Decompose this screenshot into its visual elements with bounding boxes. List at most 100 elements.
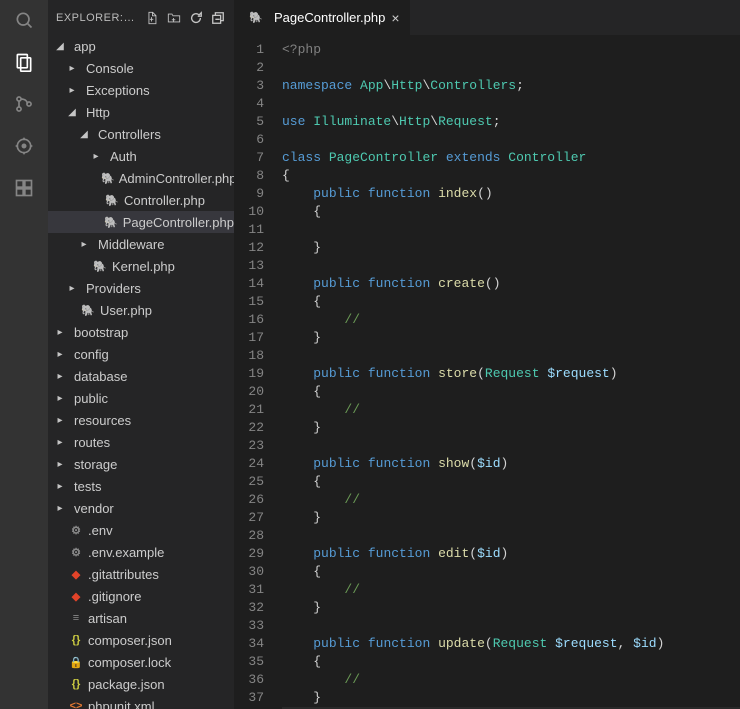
file-composer.lock[interactable]: ▸🔒composer.lock: [48, 651, 234, 673]
code-editor[interactable]: 1234567891011121314151617181920212223242…: [234, 35, 740, 709]
new-folder-icon[interactable]: [166, 10, 182, 26]
folder-http[interactable]: ◢ Http: [48, 101, 234, 123]
php-file-icon: 🐘: [248, 11, 264, 24]
tree-label: database: [74, 369, 128, 384]
tree-label: composer.json: [88, 633, 172, 648]
chevron-right-icon[interactable]: ▸: [80, 239, 88, 250]
file-.gitattributes[interactable]: ▸◆.gitattributes: [48, 563, 234, 585]
source-control-icon[interactable]: [12, 92, 36, 116]
chevron-right-icon[interactable]: ▸: [56, 415, 64, 426]
close-icon[interactable]: ×: [391, 11, 399, 25]
chevron-right-icon[interactable]: ▸: [68, 283, 76, 294]
file-kernel.php[interactable]: ▸🐘Kernel.php: [48, 255, 234, 277]
folder-auth[interactable]: ▸ Auth: [48, 145, 234, 167]
folder-exceptions[interactable]: ▸Exceptions: [48, 79, 234, 101]
tree-label: config: [74, 347, 109, 362]
chevron-down-icon[interactable]: ◢: [80, 129, 88, 140]
explorer-sidebar: EXPLORER: MO.. ◢ app ▸Console▸Exceptions ◢ H…: [48, 0, 234, 709]
tree-label: storage: [74, 457, 117, 472]
tree-label: .env: [88, 523, 113, 538]
chevron-right-icon[interactable]: ▸: [56, 437, 64, 448]
chevron-right-icon[interactable]: ▸: [92, 151, 100, 162]
tree-label: Kernel.php: [112, 259, 175, 274]
code-content[interactable]: <?php namespace App\Http\Controllers; us…: [274, 35, 740, 709]
chevron-right-icon[interactable]: ▸: [68, 85, 76, 96]
folder-database[interactable]: ▸ database: [48, 365, 234, 387]
json-file-icon: {}: [68, 678, 84, 690]
file-.gitignore[interactable]: ▸◆.gitignore: [48, 585, 234, 607]
file-.env.example[interactable]: ▸⚙.env.example: [48, 541, 234, 563]
extensions-icon[interactable]: [12, 176, 36, 200]
artisan-file-icon: ≡: [68, 612, 84, 624]
tree-label: PageController.php: [123, 215, 234, 230]
folder-app[interactable]: ◢ app: [48, 35, 234, 57]
folder-storage[interactable]: ▸ storage: [48, 453, 234, 475]
explorer-icon[interactable]: [12, 50, 36, 74]
file-controller.php[interactable]: ▸🐘Controller.php: [48, 189, 234, 211]
php-file-icon: 🐘: [80, 304, 96, 317]
tree-label: routes: [74, 435, 110, 450]
chevron-right-icon[interactable]: ▸: [68, 63, 76, 74]
chevron-right-icon[interactable]: ▸: [56, 349, 64, 360]
chevron-right-icon[interactable]: ▸: [56, 481, 64, 492]
file-admincontroller.php[interactable]: ▸🐘AdminController.php: [48, 167, 234, 189]
git-file-icon: ◆: [68, 568, 84, 581]
tree-label: Http: [86, 105, 110, 120]
editor-area: 🐘 PageController.php × 12345678910111213…: [234, 0, 740, 709]
tree-label: Auth: [110, 149, 137, 164]
folder-middleware[interactable]: ▸ Middleware: [48, 233, 234, 255]
file-package.json[interactable]: ▸{}package.json: [48, 673, 234, 695]
new-file-icon[interactable]: [144, 10, 160, 26]
folder-console[interactable]: ▸Console: [48, 57, 234, 79]
env-file-icon: ⚙: [68, 524, 84, 537]
tree-label: Middleware: [98, 237, 164, 252]
php-file-icon: 🐘: [104, 216, 119, 229]
tab-label: PageController.php: [274, 10, 385, 25]
chevron-right-icon[interactable]: ▸: [56, 503, 64, 514]
tree-label: Providers: [86, 281, 141, 296]
search-icon[interactable]: [12, 8, 36, 32]
tree-label: vendor: [74, 501, 114, 516]
lock-file-icon: 🔒: [68, 656, 84, 669]
refresh-icon[interactable]: [188, 10, 204, 26]
file-phpunit.xml[interactable]: ▸<>phpunit.xml: [48, 695, 234, 709]
activity-bar: [0, 0, 48, 709]
file-pagecontroller.php[interactable]: ▸🐘PageController.php: [48, 211, 234, 233]
folder-routes[interactable]: ▸ routes: [48, 431, 234, 453]
tree-label: Controllers: [98, 127, 161, 142]
folder-config[interactable]: ▸ config: [48, 343, 234, 365]
file-.env[interactable]: ▸⚙.env: [48, 519, 234, 541]
folder-bootstrap[interactable]: ▸bootstrap: [48, 321, 234, 343]
chevron-right-icon[interactable]: ▸: [56, 371, 64, 382]
tree-label: AdminController.php: [119, 171, 234, 186]
file-composer.json[interactable]: ▸{}composer.json: [48, 629, 234, 651]
explorer-title: EXPLORER: MO..: [56, 12, 138, 24]
chevron-right-icon[interactable]: ▸: [56, 459, 64, 470]
debug-icon[interactable]: [12, 134, 36, 158]
tab-pagecontroller[interactable]: 🐘 PageController.php ×: [234, 0, 411, 35]
file-tree[interactable]: ◢ app ▸Console▸Exceptions ◢ Http ◢ Controllers…: [48, 35, 234, 709]
php-file-icon: 🐘: [104, 194, 120, 207]
tree-label: .env.example: [88, 545, 164, 560]
folder-resources[interactable]: ▸resources: [48, 409, 234, 431]
tree-label: artisan: [88, 611, 127, 626]
folder-providers[interactable]: ▸ Providers: [48, 277, 234, 299]
folder-vendor[interactable]: ▸ vendor: [48, 497, 234, 519]
tree-label: phpunit.xml: [88, 699, 154, 709]
tree-label: .gitattributes: [88, 567, 159, 582]
chevron-down-icon[interactable]: ◢: [56, 41, 64, 52]
line-numbers: 1234567891011121314151617181920212223242…: [234, 35, 274, 709]
file-artisan[interactable]: ▸≡artisan: [48, 607, 234, 629]
folder-public[interactable]: ▸public: [48, 387, 234, 409]
chevron-right-icon[interactable]: ▸: [56, 327, 64, 338]
file-user.php[interactable]: ▸🐘User.php: [48, 299, 234, 321]
folder-tests[interactable]: ▸tests: [48, 475, 234, 497]
explorer-header: EXPLORER: MO..: [48, 0, 234, 35]
tree-label: app: [74, 39, 96, 54]
chevron-right-icon[interactable]: ▸: [56, 393, 64, 404]
folder-controllers[interactable]: ◢ Controllers: [48, 123, 234, 145]
env-file-icon: ⚙: [68, 546, 84, 559]
php-file-icon: 🐘: [92, 260, 108, 273]
chevron-down-icon[interactable]: ◢: [68, 107, 76, 118]
collapse-all-icon[interactable]: [210, 10, 226, 26]
